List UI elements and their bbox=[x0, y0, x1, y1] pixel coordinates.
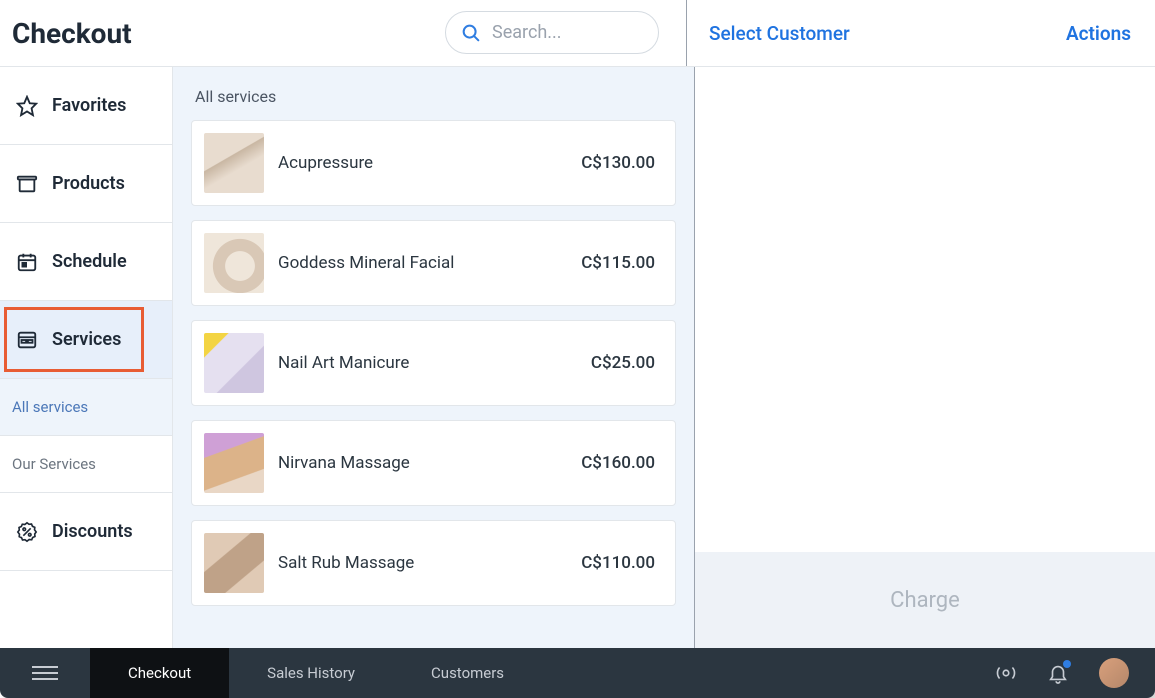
sidebar-item-products[interactable]: Products bbox=[0, 145, 172, 223]
service-thumbnail bbox=[204, 333, 264, 393]
page-title: Checkout bbox=[12, 17, 132, 50]
search-box[interactable] bbox=[445, 11, 659, 54]
sidebar-item-schedule[interactable]: Schedule bbox=[0, 223, 172, 301]
search-icon bbox=[460, 22, 482, 44]
sidebar-sub-our-services[interactable]: Our Services bbox=[0, 436, 172, 493]
tab-label: Checkout bbox=[128, 664, 191, 682]
service-name: Acupressure bbox=[278, 153, 567, 173]
star-icon bbox=[16, 95, 38, 117]
bell-icon[interactable] bbox=[1047, 662, 1069, 684]
header: Checkout Select Customer Actions bbox=[0, 0, 1155, 67]
service-list: All services Acupressure C$130.00 Goddes… bbox=[173, 67, 694, 648]
tab-customers[interactable]: Customers bbox=[393, 648, 542, 698]
sidebar-sub-label: All services bbox=[12, 398, 88, 416]
sidebar-item-label: Favorites bbox=[52, 95, 126, 116]
tab-sales-history[interactable]: Sales History bbox=[229, 648, 393, 698]
notification-dot bbox=[1063, 660, 1071, 668]
service-thumbnail bbox=[204, 233, 264, 293]
sidebar-item-label: Schedule bbox=[52, 251, 127, 272]
service-name: Salt Rub Massage bbox=[278, 553, 567, 573]
select-customer-link[interactable]: Select Customer bbox=[709, 22, 850, 45]
cart-empty-area bbox=[695, 67, 1155, 552]
service-card[interactable]: Goddess Mineral Facial C$115.00 bbox=[191, 220, 676, 306]
sidebar: Favorites Products Schedule Services bbox=[0, 67, 173, 648]
bottom-bar: Checkout Sales History Customers bbox=[0, 648, 1155, 698]
sidebar-item-label: Services bbox=[52, 329, 121, 350]
discount-icon bbox=[16, 521, 38, 543]
hamburger-icon bbox=[32, 666, 58, 680]
service-thumbnail bbox=[204, 533, 264, 593]
service-card[interactable]: Acupressure C$130.00 bbox=[191, 120, 676, 206]
service-price: C$115.00 bbox=[581, 253, 655, 273]
list-heading: All services bbox=[195, 87, 676, 106]
tab-label: Sales History bbox=[267, 664, 355, 682]
service-price: C$110.00 bbox=[581, 553, 655, 573]
cart-header: Select Customer Actions bbox=[686, 0, 1155, 66]
service-name: Nail Art Manicure bbox=[278, 353, 577, 373]
cart-panel: Charge bbox=[694, 67, 1155, 648]
service-price: C$160.00 bbox=[581, 453, 655, 473]
sidebar-sub-label: Our Services bbox=[12, 455, 96, 473]
service-price: C$25.00 bbox=[591, 353, 655, 373]
sidebar-item-discounts[interactable]: Discounts bbox=[0, 493, 172, 571]
service-name: Nirvana Massage bbox=[278, 453, 567, 473]
broadcast-icon[interactable] bbox=[995, 662, 1017, 684]
user-avatar[interactable] bbox=[1099, 658, 1129, 688]
service-thumbnail bbox=[204, 133, 264, 193]
actions-link[interactable]: Actions bbox=[1066, 22, 1131, 45]
products-icon bbox=[16, 173, 38, 195]
service-thumbnail bbox=[204, 433, 264, 493]
sidebar-item-label: Products bbox=[52, 173, 125, 194]
tab-label: Customers bbox=[431, 664, 504, 682]
service-card[interactable]: Salt Rub Massage C$110.00 bbox=[191, 520, 676, 606]
charge-button[interactable]: Charge bbox=[695, 552, 1155, 648]
sidebar-item-favorites[interactable]: Favorites bbox=[0, 67, 172, 145]
search-input[interactable] bbox=[492, 22, 644, 43]
service-price: C$130.00 bbox=[581, 153, 655, 173]
charge-label: Charge bbox=[890, 588, 960, 613]
menu-button[interactable] bbox=[0, 648, 90, 698]
service-name: Goddess Mineral Facial bbox=[278, 253, 567, 273]
sidebar-sub-all-services[interactable]: All services bbox=[0, 379, 172, 436]
sidebar-item-services[interactable]: Services bbox=[0, 301, 172, 379]
tab-checkout[interactable]: Checkout bbox=[90, 648, 229, 698]
sidebar-item-label: Discounts bbox=[52, 521, 133, 542]
calendar-icon bbox=[16, 251, 38, 273]
service-card[interactable]: Nail Art Manicure C$25.00 bbox=[191, 320, 676, 406]
service-card[interactable]: Nirvana Massage C$160.00 bbox=[191, 420, 676, 506]
services-icon bbox=[16, 329, 38, 351]
